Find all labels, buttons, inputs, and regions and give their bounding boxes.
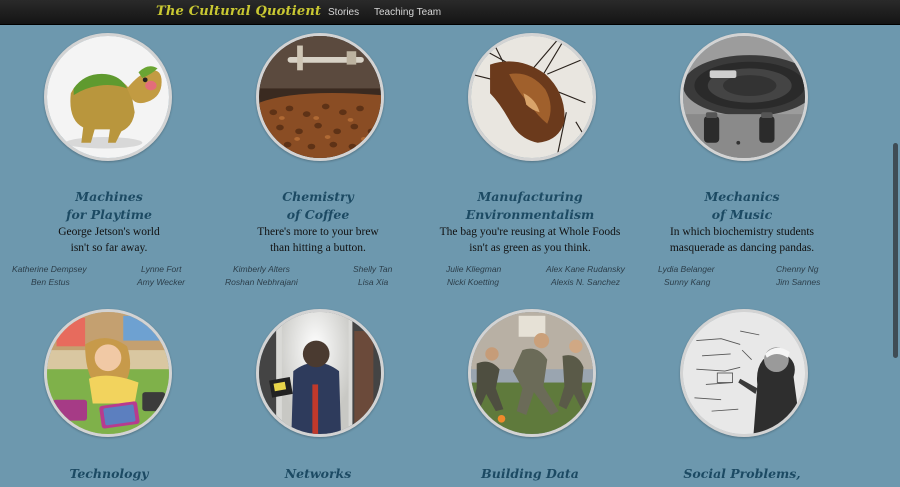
- author-name[interactable]: Katherine Dempsey: [12, 263, 87, 275]
- author-name[interactable]: Jim Sannes: [776, 276, 820, 288]
- story-image-hair-branches[interactable]: [468, 33, 596, 161]
- story-image-whiteboard[interactable]: [680, 309, 808, 437]
- story-image-astronaut[interactable]: [256, 309, 384, 437]
- story-title-line2: of Coffee: [286, 207, 350, 222]
- story-title-line2: of Music: [711, 207, 773, 222]
- story-image-coffee[interactable]: [256, 33, 384, 161]
- story-title: Mechanics: [704, 189, 780, 204]
- scrollbar-thumb[interactable]: [893, 143, 898, 358]
- author-name[interactable]: Sunny Kang: [664, 276, 710, 288]
- story-description: There's more to your brew: [257, 226, 379, 238]
- story-description: In which biochemistry students: [669, 226, 815, 238]
- story-title: Machines: [75, 189, 143, 204]
- story-title-line2: for Playtime: [66, 207, 152, 222]
- story-image-running[interactable]: [468, 309, 596, 437]
- story-image-turntable[interactable]: [680, 33, 808, 161]
- nav-link-teaching-team[interactable]: Teaching Team: [374, 7, 441, 18]
- author-name[interactable]: Alexis N. Sanchez: [551, 276, 620, 288]
- author-name[interactable]: Kimberly Alters: [233, 263, 290, 275]
- author-name[interactable]: Lynne Fort: [141, 263, 181, 275]
- story-title: Networks: [284, 466, 352, 481]
- page-scrollbar[interactable]: [891, 25, 900, 487]
- story-title: Social Problems,: [683, 466, 801, 481]
- story-title: Chemistry: [282, 189, 354, 204]
- top-navbar: The Cultural Quotient Stories Teaching T…: [0, 0, 900, 25]
- author-name[interactable]: Chenny Ng: [776, 263, 819, 275]
- author-name[interactable]: Lydia Belanger: [658, 263, 715, 275]
- author-name[interactable]: Nicki Koetting: [447, 276, 499, 288]
- story-description-line2: isn't so far away.: [70, 242, 148, 254]
- story-title: Building Data: [481, 466, 579, 481]
- story-title: Technology: [69, 466, 149, 481]
- author-name[interactable]: Shelly Tan: [353, 263, 392, 275]
- story-title-line2: Environmentalism: [465, 207, 595, 222]
- story-description-line2: isn't as green as you think.: [469, 242, 591, 254]
- author-name[interactable]: Alex Kane Rudansky: [546, 263, 625, 275]
- story-description: George Jetson's world: [58, 226, 160, 238]
- brand-logo-link[interactable]: The Cultural Quotient: [156, 4, 321, 19]
- story-description-line2: masquerade as dancing pandas.: [669, 242, 815, 254]
- author-name[interactable]: Ben Estus: [31, 276, 70, 288]
- story-image-child-tablets[interactable]: [44, 309, 172, 437]
- author-name[interactable]: Lisa Xia: [358, 276, 388, 288]
- story-description: The bag you're reusing at Whole Foods: [439, 226, 621, 238]
- author-name[interactable]: Amy Wecker: [137, 276, 185, 288]
- story-description-line2: than hitting a button.: [270, 242, 366, 254]
- story-title: Manufacturing: [477, 189, 583, 204]
- author-name[interactable]: Roshan Nebhrajani: [225, 276, 298, 288]
- story-image-robot-toy[interactable]: [44, 33, 172, 161]
- nav-link-stories[interactable]: Stories: [328, 7, 359, 18]
- author-name[interactable]: Julie Kliegman: [446, 263, 501, 275]
